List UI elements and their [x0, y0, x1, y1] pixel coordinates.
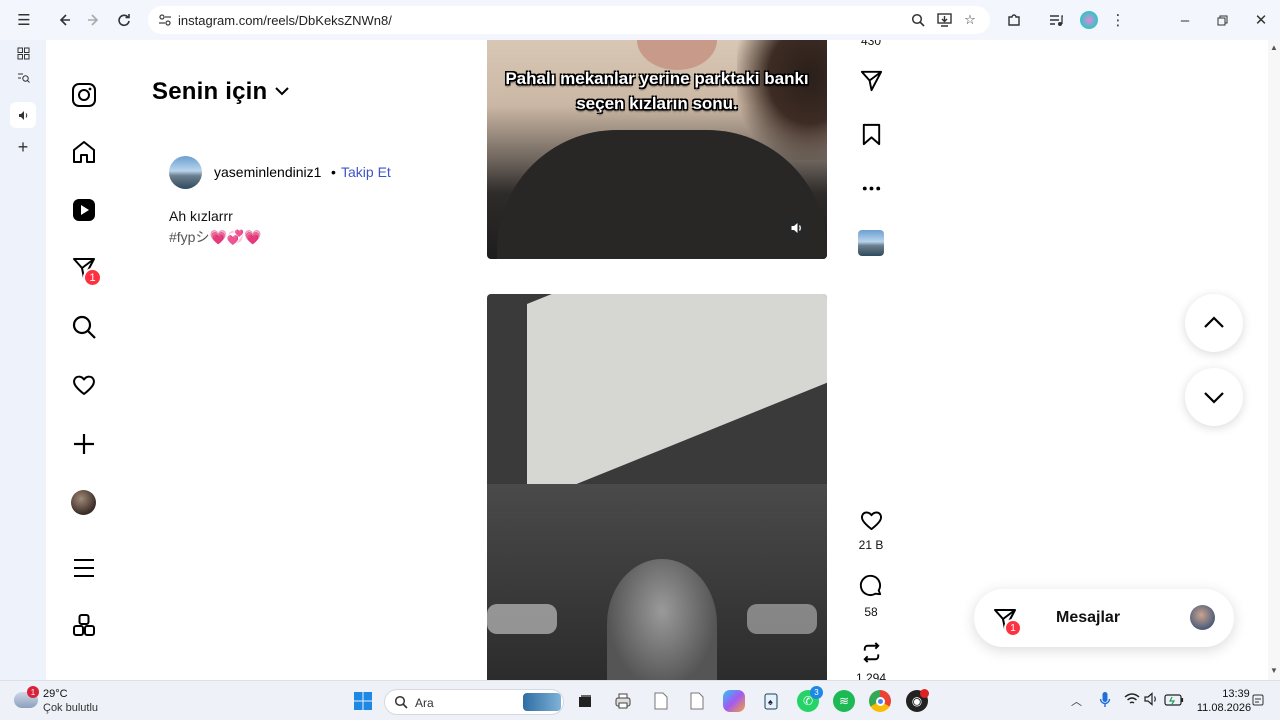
comment-count: 430: [860, 40, 882, 48]
wifi-icon[interactable]: [1124, 692, 1140, 711]
microphone-icon[interactable]: [1099, 691, 1111, 714]
search-icon: [394, 695, 408, 714]
recording-indicator-icon: [920, 689, 929, 698]
printer-app-icon[interactable]: [612, 690, 634, 712]
repost-icon[interactable]: [857, 638, 885, 666]
audio-thumbnail[interactable]: [858, 230, 884, 256]
search-highlight-image: [523, 693, 561, 711]
message-notification-badge: 1: [83, 268, 102, 287]
messages-badge: 1: [1004, 619, 1022, 637]
video-frame-detail: [747, 604, 817, 634]
reading-search-icon[interactable]: [10, 64, 36, 90]
save-bookmark-icon[interactable]: [857, 120, 885, 148]
page-scrollbar[interactable]: ▲ ▼: [1268, 40, 1280, 680]
weather-description[interactable]: Çok bulutlu: [43, 702, 98, 714]
notifications-heart-icon[interactable]: [69, 370, 99, 400]
also-from-meta-icon[interactable]: [69, 611, 99, 641]
video-frame-detail: [487, 604, 557, 634]
weather-temperature[interactable]: 29°C: [43, 688, 68, 700]
like-count[interactable]: 21 B: [841, 538, 901, 552]
windows-taskbar: 1 29°C Çok bulutlu Ara ♠ ✆ 3 ≋ ◉ ︿ 13:39…: [0, 680, 1280, 720]
copilot-icon[interactable]: [723, 690, 745, 712]
media-sound-icon[interactable]: [10, 102, 36, 128]
messages-panel-button[interactable]: 1 Mesajlar: [974, 589, 1234, 647]
reels-icon[interactable]: [69, 195, 99, 225]
more-menu-icon[interactable]: [69, 553, 99, 583]
clock-date[interactable]: 11.08.2026: [1192, 702, 1256, 714]
taskbar-search-box[interactable]: Ara: [384, 689, 564, 715]
search-icon[interactable]: [69, 312, 99, 342]
profile-avatar[interactable]: [1077, 8, 1101, 32]
chrome-icon[interactable]: [869, 690, 891, 712]
previous-reel-button[interactable]: [1185, 294, 1243, 352]
video-overlay-text: Pahalı mekanlar yerine parktaki bankı se…: [505, 69, 809, 113]
search-placeholder: Ara: [415, 696, 434, 710]
browser-toolbar: ☰ instagram.com/reels/DbKeksZNWn8/ ☆ ⋮ –…: [0, 0, 1280, 40]
instagram-app: 1 Senin için yaseminlendiniz1 • Takip Et…: [47, 40, 1268, 680]
home-icon[interactable]: [69, 137, 99, 167]
comment-count[interactable]: 58: [841, 605, 901, 619]
contact-avatar: [1190, 605, 1215, 630]
close-button[interactable]: ✕: [1249, 8, 1273, 32]
next-reel-button[interactable]: [1185, 368, 1243, 426]
scroll-up-arrow-icon[interactable]: ▲: [1270, 43, 1278, 52]
volume-icon[interactable]: [1144, 692, 1160, 711]
document-file-icon[interactable]: [650, 690, 672, 712]
separator-dot: •: [331, 164, 336, 180]
reel-video-current[interactable]: Pahalı mekanlar yerine parktaki bankı se…: [487, 40, 827, 259]
instagram-logo-icon[interactable]: [69, 80, 99, 110]
reel-video-next[interactable]: [487, 294, 827, 680]
scroll-down-arrow-icon[interactable]: ▼: [1270, 666, 1278, 675]
repost-count[interactable]: 1.294: [841, 671, 901, 680]
site-info-icon[interactable]: [156, 11, 174, 29]
url-text[interactable]: instagram.com/reels/DbKeksZNWn8/: [178, 13, 392, 28]
chevron-up-icon[interactable]: ︿: [1071, 693, 1082, 709]
task-view-icon[interactable]: [574, 690, 596, 712]
profile-avatar-nav[interactable]: [71, 490, 96, 515]
apps-grid-icon[interactable]: [10, 40, 36, 66]
caption-text: Ah kızlarrr: [169, 208, 233, 224]
back-button[interactable]: [52, 8, 76, 32]
battery-icon[interactable]: [1164, 693, 1184, 711]
svg-text:♠: ♠: [768, 697, 773, 707]
notification-center-icon[interactable]: [1252, 694, 1264, 713]
comment-icon[interactable]: [857, 572, 885, 600]
messages-label: Mesajlar: [1056, 609, 1121, 626]
zoom-icon[interactable]: [908, 10, 928, 30]
author-username[interactable]: yaseminlendiniz1: [214, 164, 321, 180]
share-icon[interactable]: [857, 66, 885, 94]
solitaire-icon[interactable]: ♠: [760, 690, 782, 712]
video-frame-detail: [527, 294, 827, 505]
browser-side-panel: +: [0, 40, 46, 680]
caption-hashtags[interactable]: #fypシ💗💞💗: [169, 227, 262, 247]
bookmark-star-icon[interactable]: ☆: [960, 10, 980, 30]
weather-alert-badge: 1: [27, 686, 39, 698]
add-panel-icon[interactable]: +: [10, 134, 36, 160]
minimize-button[interactable]: –: [1173, 8, 1197, 32]
forward-button[interactable]: [82, 8, 106, 32]
document-file-icon[interactable]: [686, 690, 708, 712]
media-control-icon[interactable]: [1044, 8, 1068, 32]
sound-toggle-button[interactable]: [783, 214, 811, 242]
more-options-icon[interactable]: [857, 174, 885, 202]
video-frame-detail: [607, 559, 717, 680]
address-bar[interactable]: instagram.com/reels/DbKeksZNWn8/ ☆: [148, 6, 990, 34]
whatsapp-badge: 3: [810, 686, 823, 699]
feed-title[interactable]: Senin için: [152, 78, 267, 106]
create-icon[interactable]: [69, 429, 99, 459]
restore-button[interactable]: [1210, 8, 1234, 32]
reload-button[interactable]: [112, 8, 136, 32]
install-app-icon[interactable]: [934, 10, 954, 30]
chevron-down-icon[interactable]: [273, 82, 291, 100]
spotify-icon[interactable]: ≋: [833, 690, 855, 712]
browser-menu-icon[interactable]: ⋮: [1106, 8, 1130, 32]
start-windows-icon[interactable]: [352, 690, 374, 712]
like-heart-icon[interactable]: [857, 506, 885, 534]
extensions-icon[interactable]: [1002, 8, 1026, 32]
tab-search-icon[interactable]: ☰: [12, 8, 36, 32]
author-avatar[interactable]: [169, 156, 202, 189]
follow-button[interactable]: Takip Et: [341, 164, 391, 180]
